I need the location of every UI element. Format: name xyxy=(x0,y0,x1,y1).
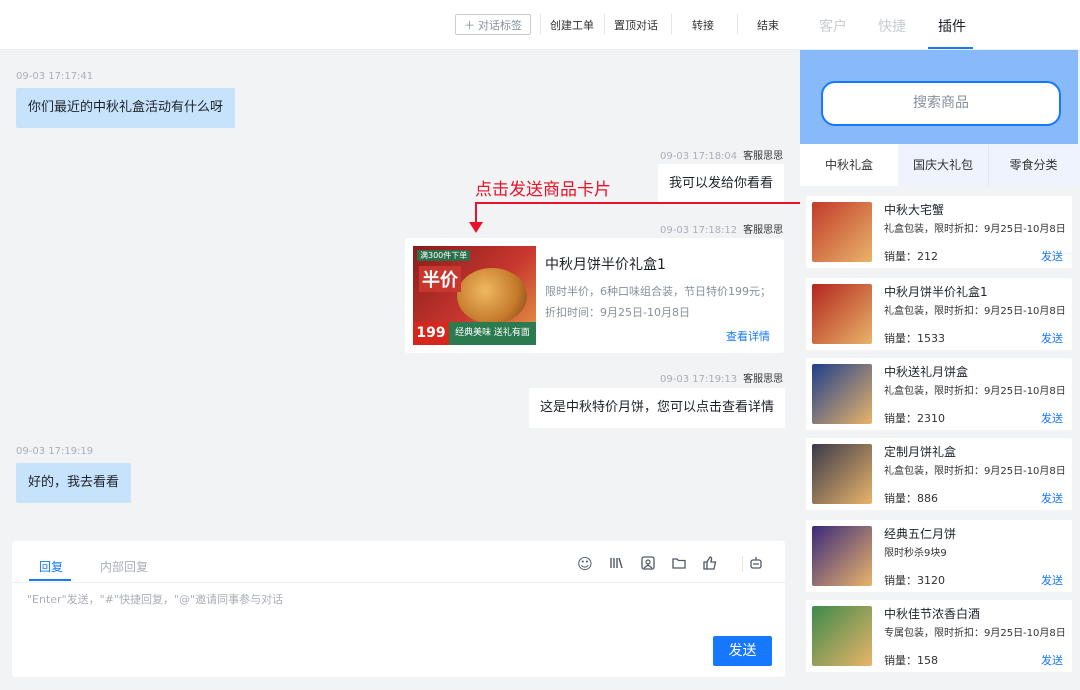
goods-send-button[interactable]: 发送 xyxy=(1041,410,1063,426)
tab-plugin[interactable]: 插件 xyxy=(938,16,966,36)
annotation-line xyxy=(475,202,477,224)
divider xyxy=(742,556,743,572)
goods-name: 中秋月饼半价礼盒1 xyxy=(884,285,988,299)
tab-customer[interactable]: 客户 xyxy=(819,16,847,36)
customer-message: 你们最近的中秋礼盒活动有什么呀 xyxy=(16,88,236,128)
message-time: 09-03 17:17:41 xyxy=(16,71,94,82)
message-meta: 09-03 17:18:12 客服思思 xyxy=(660,225,784,236)
product-search-input[interactable]: 搜索商品 xyxy=(821,81,1061,126)
tab-internal-reply[interactable]: 内部回复 xyxy=(100,558,148,575)
product-card-time: 折扣时间：9月25日-10月8日 xyxy=(545,306,690,319)
thumbs-up-icon[interactable] xyxy=(701,555,719,573)
goods-thumbnail xyxy=(812,284,872,344)
product-card-desc: 限时半价，6种口味组合装，节日特价199元； xyxy=(545,285,771,298)
pin-conversation-button[interactable]: 置顶对话 xyxy=(614,17,658,33)
goods-send-button[interactable]: 发送 xyxy=(1041,248,1063,264)
annotation-label: 点击发送商品卡片 xyxy=(475,180,611,200)
goods-name: 经典五仁月饼 xyxy=(884,527,957,541)
message-meta: 09-03 17:18:04 客服思思 xyxy=(660,151,784,162)
divider xyxy=(671,14,672,34)
goods-sales: 销量：3120 xyxy=(884,574,945,587)
annotation-arrow xyxy=(469,222,483,233)
plugin-panel: 搜索商品 中秋礼盒 国庆大礼包 零食分类 中秋大宅蟹礼盒包装，限时折扣：9月25… xyxy=(800,50,1080,690)
category-mid-autumn[interactable]: 中秋礼盒 xyxy=(800,144,898,186)
divider xyxy=(604,14,605,34)
message-meta: 09-03 17:19:13 客服思思 xyxy=(660,374,784,385)
quick-phrase-icon[interactable] xyxy=(607,555,625,573)
product-image: 满300件下单 半价 199 经典美味 送礼有面 xyxy=(413,246,536,345)
goods-send-button[interactable]: 发送 xyxy=(1041,490,1063,506)
agent-message: 我可以发给你看看 xyxy=(658,164,785,204)
goods-name: 中秋送礼月饼盒 xyxy=(884,365,969,379)
robot-icon[interactable] xyxy=(747,555,765,573)
message-composer: 回复 内部回复 ☺ "Enter"发送，"#"快捷回复，"@"邀请同事参与对话 … xyxy=(12,541,785,677)
plus-icon: ＋ xyxy=(464,18,475,32)
chat-toolbar: ＋ 对话标签 创建工单 置顶对话 转接 结束 xyxy=(0,0,800,50)
tab-reply[interactable]: 回复 xyxy=(39,558,63,575)
category-tabs: 中秋礼盒 国庆大礼包 零食分类 xyxy=(800,144,1078,186)
divider xyxy=(540,14,541,34)
goods-thumbnail xyxy=(812,202,872,262)
category-national-day[interactable]: 国庆大礼包 xyxy=(898,144,988,186)
view-details-link[interactable]: 查看详情 xyxy=(726,328,770,344)
create-ticket-button[interactable]: 创建工单 xyxy=(550,17,594,33)
goods-desc: 礼盒包装，限时折扣：9月25日-10月8日 xyxy=(884,306,1066,317)
product-card-title: 中秋月饼半价礼盒1 xyxy=(545,257,666,273)
goods-name: 中秋佳节浓香白酒 xyxy=(884,607,981,621)
message-input[interactable]: "Enter"发送，"#"快捷回复，"@"邀请同事参与对话 xyxy=(27,591,283,607)
goods-item[interactable]: 经典五仁月饼 限时秒杀9块9 销量：3120 发送 xyxy=(806,520,1072,592)
goods-thumbnail xyxy=(812,444,872,504)
goods-item[interactable]: 中秋佳节浓香白酒专属包装，限时折扣：9月25日-10月8日 销量：158 发送 xyxy=(806,600,1072,672)
divider xyxy=(12,582,785,583)
image-tag: 满300件下单 xyxy=(417,250,471,261)
folder-icon[interactable] xyxy=(670,555,688,573)
active-tab-indicator xyxy=(29,579,71,581)
goods-send-button[interactable]: 发送 xyxy=(1041,652,1063,668)
image-icon[interactable] xyxy=(639,555,657,573)
goods-sales: 销量：886 xyxy=(884,492,938,505)
goods-item[interactable]: 定制月饼礼盒礼盒包装，限时折扣：9月25日-10月8日 销量：886 发送 xyxy=(806,438,1072,510)
emoji-icon[interactable]: ☺ xyxy=(576,555,594,573)
goods-desc: 礼盒包装，限时折扣：9月25日-10月8日 xyxy=(884,466,1066,477)
goods-item[interactable]: 中秋月饼半价礼盒1 礼盒包装，限时折扣：9月25日-10月8日 销量：1533 发送 xyxy=(806,278,1072,350)
goods-sales: 销量：212 xyxy=(884,250,938,263)
goods-send-button[interactable]: 发送 xyxy=(1041,572,1063,588)
search-area: 搜索商品 xyxy=(800,50,1078,144)
category-snacks[interactable]: 零食分类 xyxy=(989,144,1078,186)
send-button[interactable]: 发送 xyxy=(713,636,772,666)
mooncake-illustration xyxy=(457,268,527,324)
goods-item[interactable]: 中秋大宅蟹礼盒包装，限时折扣：9月25日-10月8日 销量：212 发送 xyxy=(806,196,1072,268)
right-panel-tabs: 客户 快捷 插件 xyxy=(800,0,1080,50)
goods-name: 中秋大宅蟹 xyxy=(884,203,945,217)
customer-message: 好的，我去看看 xyxy=(16,463,132,503)
goods-name: 定制月饼礼盒 xyxy=(884,445,957,459)
goods-sales: 销量：2310 xyxy=(884,412,945,425)
conversation-tag-label: 对话标签 xyxy=(478,18,522,32)
divider xyxy=(737,14,738,34)
goods-item[interactable]: 中秋送礼月饼盒礼盒包装，限时折扣：9月25日-10月8日 销量：2310 发送 xyxy=(806,358,1072,430)
goods-thumbnail xyxy=(812,526,872,586)
goods-thumbnail xyxy=(812,364,872,424)
message-time: 09-03 17:19:19 xyxy=(16,446,94,457)
goods-desc: 礼盒包装，限时折扣：9月25日-10月8日 xyxy=(884,386,1066,397)
end-conversation-button[interactable]: 结束 xyxy=(757,17,779,33)
conversation-tag-button[interactable]: ＋ 对话标签 xyxy=(455,14,531,35)
goods-desc: 限时秒杀9块9 xyxy=(884,548,947,559)
active-tab-indicator xyxy=(928,47,973,49)
image-slogan: 经典美味 送礼有面 xyxy=(449,322,536,345)
goods-send-button[interactable]: 发送 xyxy=(1041,330,1063,346)
goods-sales: 销量：158 xyxy=(884,654,938,667)
goods-sales: 销量：1533 xyxy=(884,332,945,345)
goods-thumbnail xyxy=(812,606,872,666)
tab-quick[interactable]: 快捷 xyxy=(878,16,906,36)
goods-desc: 专属包装，限时折扣：9月25日-10月8日 xyxy=(884,628,1066,639)
goods-desc: 礼盒包装，限时折扣：9月25日-10月8日 xyxy=(884,224,1066,235)
transfer-button[interactable]: 转接 xyxy=(692,17,714,33)
image-headline: 半价 xyxy=(419,266,461,292)
image-price: 199 xyxy=(413,322,449,345)
agent-message: 这是中秋特价月饼，您可以点击查看详情 xyxy=(529,388,786,428)
product-card-message[interactable]: 满300件下单 半价 199 经典美味 送礼有面 中秋月饼半价礼盒1 限时半价，… xyxy=(405,238,784,353)
